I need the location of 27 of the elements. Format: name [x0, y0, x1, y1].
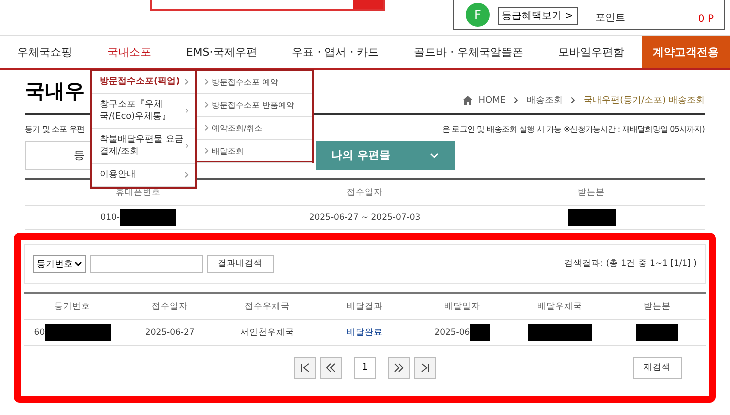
table-cell: 2025-06	[414, 324, 512, 341]
menu-item-label: 방문접수소포(픽업)	[100, 76, 180, 88]
column-header: 받는분	[642, 300, 672, 312]
column-header: 배달결과	[346, 300, 384, 312]
table-cell-text: 서인천우체국	[240, 326, 296, 338]
column-header: 접수우체국	[244, 300, 292, 312]
menu-item-label: 창구소포『우체국/(Eco)우체통』	[100, 99, 172, 123]
column-header: 등기번호	[54, 300, 92, 312]
column-header: 배달우체국	[536, 300, 584, 312]
column-header: 접수일자	[346, 186, 384, 198]
phone-cell: 010-	[25, 209, 252, 226]
result-count: 검색결과: (총 1건 중 1~1 [1/1] )	[564, 258, 697, 270]
table-cell-text: 2025-06-27	[144, 328, 196, 338]
page-title: 국내우	[25, 78, 85, 105]
column-header: 휴대폰번호	[114, 186, 162, 198]
column-header: 받는분	[577, 186, 606, 198]
point-label: 포인트	[596, 12, 626, 25]
point-value: 0 P	[698, 14, 714, 25]
table-cell: 60	[24, 324, 122, 341]
menu-item-label: 이용안내	[100, 169, 136, 181]
date-range-cell-text: 2025-06-27 ~ 2025-07-03	[308, 212, 422, 222]
notice-text: 은 로그인 및 배송조회 실행 시 가능 ※신청가능시간 : 재배달희망일 05시까지)	[442, 124, 705, 136]
grade-badge: F	[466, 3, 490, 27]
menu-item-label: 착불배달우편물 요금 결제/조회	[100, 134, 185, 158]
column-header: 배달일자	[443, 300, 482, 312]
notice-text: 등기 및 소포 우편	[25, 124, 85, 136]
column-header: 접수일자	[151, 300, 190, 312]
